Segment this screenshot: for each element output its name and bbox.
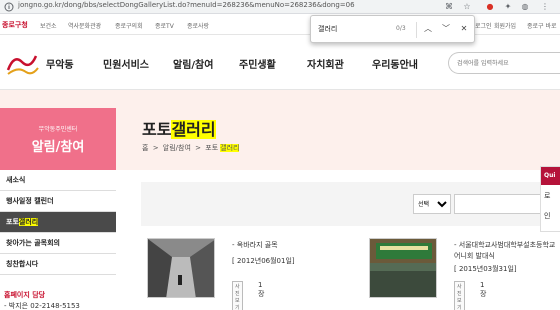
gallery-item-date: [ 2015년03월31일] <box>454 265 517 273</box>
breadcrumb-current[interactable]: 포토 갤러리 <box>205 144 241 152</box>
nav-notice-participation[interactable]: 알림/참여 <box>173 56 213 71</box>
gov-shortcut-link[interactable]: 종로구 바로 <box>527 21 557 30</box>
sidebar-item-news[interactable]: 새소식 <box>0 170 116 191</box>
dong-name[interactable]: 무악동 <box>46 56 74 71</box>
gov-link-love[interactable]: 종로사랑 <box>187 21 209 30</box>
site-search <box>448 52 560 74</box>
nav-autonomy-hall[interactable]: 자치회관 <box>307 56 344 71</box>
view-photo-badge[interactable]: 사진보기 <box>454 281 465 310</box>
view-photo-badge[interactable]: 사진보기 <box>232 281 243 310</box>
contact-info: - 박지은 02-2148-5153 <box>4 302 80 310</box>
gallery-item-title[interactable]: - 서울대학교사범대학부설초등학교 어니회 발대식 <box>454 240 560 262</box>
ceremony-photo-icon <box>370 239 436 297</box>
menu-dots-icon[interactable]: ⋮ <box>540 2 550 12</box>
nav-civil-service[interactable]: 민원서비스 <box>103 56 149 71</box>
gov-top-bar: 종로구청 보건소 역사문화관광 종로구의회 종로TV 종로사랑 로그인 회원가입… <box>0 15 560 35</box>
signup-link[interactable]: 회원가입 <box>494 21 516 30</box>
find-query[interactable]: 갤러리 <box>318 24 337 34</box>
browser-url-bar[interactable]: jongno.go.kr/dong/bbs/selectDongGalleryL… <box>0 0 560 14</box>
breadcrumb-sep: > <box>152 144 159 152</box>
sidebar-item-alley-meeting[interactable]: 찾아가는 골목회의 <box>0 233 116 254</box>
breadcrumb: 홈 > 알림/참여 > 포토 갤러리 <box>142 143 243 153</box>
site-header: 무악동 민원서비스 알림/참여 주민생활 자치회관 우리동안내 <box>0 36 560 90</box>
page-title-highlight: 갤러리 <box>171 120 216 139</box>
translate-icon[interactable]: ⌘ <box>444 2 454 12</box>
site-info-icon[interactable] <box>4 2 14 12</box>
search-input[interactable] <box>457 57 557 69</box>
find-prev-icon[interactable]: ︿ <box>421 22 435 36</box>
section-subtitle: 무악동주민센터 <box>38 126 78 133</box>
breadcrumb-section[interactable]: 알림/참여 <box>163 144 191 152</box>
gov-logo[interactable]: 종로구청 <box>2 20 28 30</box>
gov-link-health[interactable]: 보건소 <box>40 21 57 30</box>
sidebar-item-calendar[interactable]: 행사일정 캘린더 <box>0 191 116 212</box>
gallery-item-date: [ 2012년06월01일] <box>232 257 295 265</box>
alley-photo-icon <box>148 239 214 297</box>
section-title: 알림/참여 <box>31 140 85 155</box>
gov-link-culture[interactable]: 역사문화관광 <box>68 21 101 30</box>
photo-count: 1장 <box>480 281 487 298</box>
search-filter: 선택 <box>141 182 560 226</box>
quick-menu-item[interactable]: 인 <box>544 211 550 221</box>
url-text[interactable]: jongno.go.kr/dong/bbs/selectDongGalleryL… <box>18 1 355 9</box>
nav-dong-guide[interactable]: 우리동안내 <box>372 56 418 71</box>
breadcrumb-sep: > <box>195 144 202 152</box>
search-type-select[interactable]: 선택 <box>413 194 451 214</box>
extension-icon[interactable]: ● <box>485 2 495 12</box>
nav-resident-life[interactable]: 주민생활 <box>239 56 276 71</box>
contact-title: 홈페이지 담당 <box>4 291 46 299</box>
breadcrumb-home[interactable]: 홈 <box>142 144 148 152</box>
dong-logo-icon[interactable] <box>4 48 40 78</box>
quick-menu-title[interactable]: Qui <box>541 167 560 185</box>
gov-link-council[interactable]: 종로구의회 <box>115 21 143 30</box>
extensions-puzzle-icon[interactable]: ✦ <box>503 2 513 12</box>
page-title-text: 포토 <box>142 120 172 139</box>
find-next-icon[interactable]: ﹀ <box>439 22 453 36</box>
find-close-icon[interactable]: ✕ <box>457 22 471 36</box>
quick-menu-item[interactable]: 로 <box>544 191 550 201</box>
gallery-thumbnail[interactable] <box>147 238 215 298</box>
bookmark-star-icon[interactable]: ☆ <box>462 2 472 12</box>
page-banner: 무악동주민센터 알림/참여 포토갤러리 홈 > 알림/참여 > 포토 갤러리 <box>0 90 560 170</box>
photo-count: 1장 <box>258 281 265 298</box>
login-link[interactable]: 로그인 <box>475 21 492 30</box>
quick-menu: Qui 로 인 <box>540 166 560 232</box>
sidebar-item-photo-gallery[interactable]: 포토갤러리 <box>0 212 116 233</box>
section-header: 무악동주민센터 알림/참여 <box>0 108 116 170</box>
page-title: 포토갤러리 <box>142 116 216 140</box>
find-divider <box>416 22 417 38</box>
profile-icon[interactable]: ◍ <box>520 2 530 12</box>
sidebar-menu: 새소식 행사일정 캘린더 포토갤러리 찾아가는 골목회의 칭찬합시다 <box>0 170 116 275</box>
find-in-page-bar: 갤러리 0/3 ︿ ﹀ ✕ <box>310 15 475 43</box>
find-count: 0/3 <box>396 25 406 32</box>
gallery-item-title[interactable]: - 옥바라지 골목 <box>232 240 278 250</box>
sidebar-item-praise[interactable]: 칭찬합시다 <box>0 254 116 275</box>
gallery-thumbnail[interactable] <box>369 238 437 298</box>
gov-link-tv[interactable]: 종로TV <box>155 21 174 30</box>
